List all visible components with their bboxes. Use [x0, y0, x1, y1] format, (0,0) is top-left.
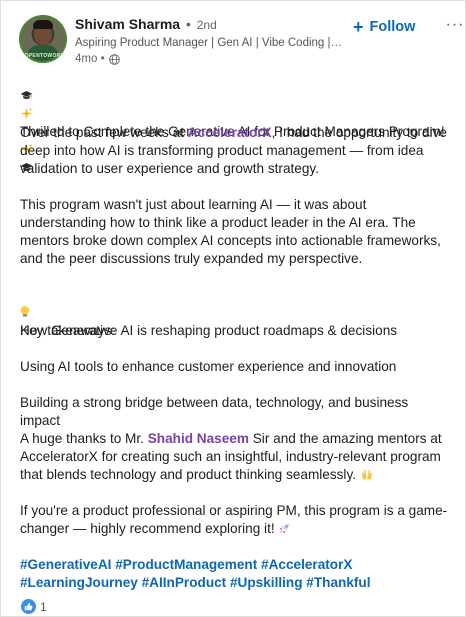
text-segment: Over the past few weeks at — [20, 125, 188, 140]
hashtag-list: #GenerativeAI #ProductManagement #Accele… — [20, 556, 450, 592]
hashtag-link[interactable]: #ProductManagement — [115, 557, 257, 572]
company-mention-link[interactable]: AcceleratorX — [188, 125, 272, 140]
light-bulb-icon — [20, 306, 30, 317]
reaction-count: 1 — [40, 599, 47, 614]
hashtag-link[interactable]: #LearningJourney — [20, 575, 138, 590]
author-avatar[interactable]: #OPENTOWORK — [19, 15, 67, 63]
hashtag-link[interactable]: #Upskilling — [230, 575, 303, 590]
post-header: #OPENTOWORK Shivam Sharma • 2nd Aspiring… — [19, 15, 463, 67]
rocket-icon — [280, 523, 290, 534]
open-to-work-badge: #OPENTOWORK — [21, 53, 65, 59]
hashtag-link[interactable]: #AcceleratorX — [261, 557, 352, 572]
name-separator: • — [185, 16, 191, 32]
globe-icon — [108, 53, 120, 65]
paragraph-program: Over the past few weeks at AcceleratorX,… — [20, 124, 450, 178]
text-segment: A huge thanks to Mr. — [20, 431, 148, 446]
like-icon — [21, 599, 36, 614]
person-mention-link[interactable]: Shahid Naseem — [148, 431, 249, 446]
graduation-cap-icon — [20, 90, 33, 100]
paragraph-reflection: This program wasn't just about learning … — [20, 197, 441, 266]
takeaway-item: Using AI tools to enhance customer exper… — [20, 359, 397, 374]
more-options-button[interactable]: ··· — [444, 15, 466, 35]
post-time: 4mo • — [75, 51, 120, 67]
hashtag-link[interactable]: #GenerativeAI — [20, 557, 111, 572]
paragraph-recommend: If you're a product professional or aspi… — [20, 502, 450, 538]
author-name-line: Shivam Sharma • 2nd — [75, 15, 217, 34]
sparkles-icon — [20, 107, 33, 120]
author-name[interactable]: Shivam Sharma — [75, 16, 180, 32]
text-segment: If you're a product professional or aspi… — [20, 503, 448, 536]
hashtag-link[interactable]: #AIInProduct — [142, 575, 227, 590]
post-age: 4mo • — [75, 53, 105, 65]
raising-hands-icon — [361, 469, 372, 480]
takeaway-item: Building a strong bridge between data, t… — [20, 395, 409, 428]
follow-button[interactable]: + Follow — [353, 17, 415, 37]
hashtag-link[interactable]: #Thankful — [306, 575, 370, 590]
connection-degree: 2nd — [196, 18, 217, 32]
paragraph-thanks: A huge thanks to Mr. Shahid Naseem Sir a… — [20, 430, 450, 484]
reactions-summary[interactable]: 1 — [21, 599, 47, 614]
author-headline: Aspiring Product Manager | Gen AI | Vibe… — [75, 37, 345, 49]
follow-label: Follow — [369, 19, 416, 35]
post-card: #OPENTOWORK Shivam Sharma • 2nd Aspiring… — [0, 0, 466, 617]
plus-icon: + — [353, 17, 364, 37]
takeaway-item: How Generative AI is reshaping product r… — [20, 323, 398, 338]
